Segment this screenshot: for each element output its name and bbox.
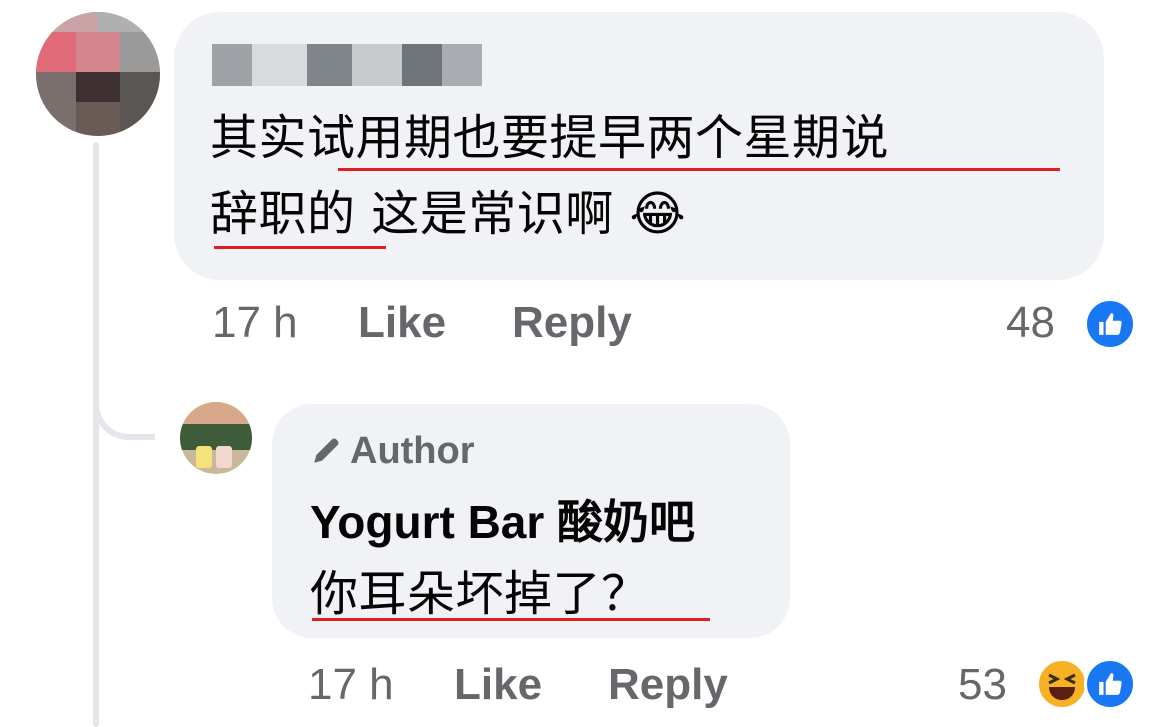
red-underline (338, 168, 1060, 171)
avatar-pixel (120, 32, 160, 72)
author-badge-label: Author (350, 430, 475, 472)
avatar-pixel (36, 72, 76, 136)
avatar-pixel (76, 72, 120, 102)
blur-block (307, 44, 352, 86)
reply-author-name[interactable]: Yogurt Bar 酸奶吧 (310, 486, 695, 552)
thread-line (93, 142, 99, 727)
avatar-cup (216, 446, 232, 468)
comment-text-line-2: 辞职的 这是常识啊 😂 (210, 186, 687, 242)
red-underline (312, 618, 710, 621)
like-button[interactable]: Like (358, 298, 446, 348)
blur-block (352, 44, 402, 86)
blurred-author-name[interactable] (212, 44, 482, 86)
reaction-count[interactable]: 48 (1006, 298, 1055, 348)
comment-text-line-1: 其实试用期也要提早两个星期说 (210, 110, 890, 166)
reply-reply-button[interactable]: Reply (608, 660, 728, 710)
comment-timestamp[interactable]: 17 h (212, 298, 298, 348)
reply-like-button[interactable]: Like (454, 660, 542, 710)
red-underline (214, 246, 386, 249)
avatar-pixel (36, 32, 76, 72)
reply-button[interactable]: Reply (512, 298, 632, 348)
avatar-cup (196, 446, 212, 468)
page-avatar[interactable] (180, 402, 252, 474)
avatar-pixel (76, 102, 120, 136)
blur-block (252, 44, 307, 86)
reply-timestamp[interactable]: 17 h (308, 660, 394, 710)
author-badge: Author (310, 430, 475, 473)
blur-block (402, 44, 442, 86)
avatar-pixel (76, 32, 120, 72)
pencil-icon (314, 438, 339, 463)
commenter-avatar[interactable] (36, 12, 160, 136)
like-icon (1084, 658, 1136, 710)
like-icon (1084, 298, 1136, 350)
avatar-pixel (120, 72, 160, 136)
reply-reaction-count[interactable]: 53 (958, 660, 1007, 710)
thread-connector (93, 370, 155, 440)
blur-block (212, 44, 252, 86)
haha-icon (1036, 658, 1088, 710)
blur-block (442, 44, 482, 86)
